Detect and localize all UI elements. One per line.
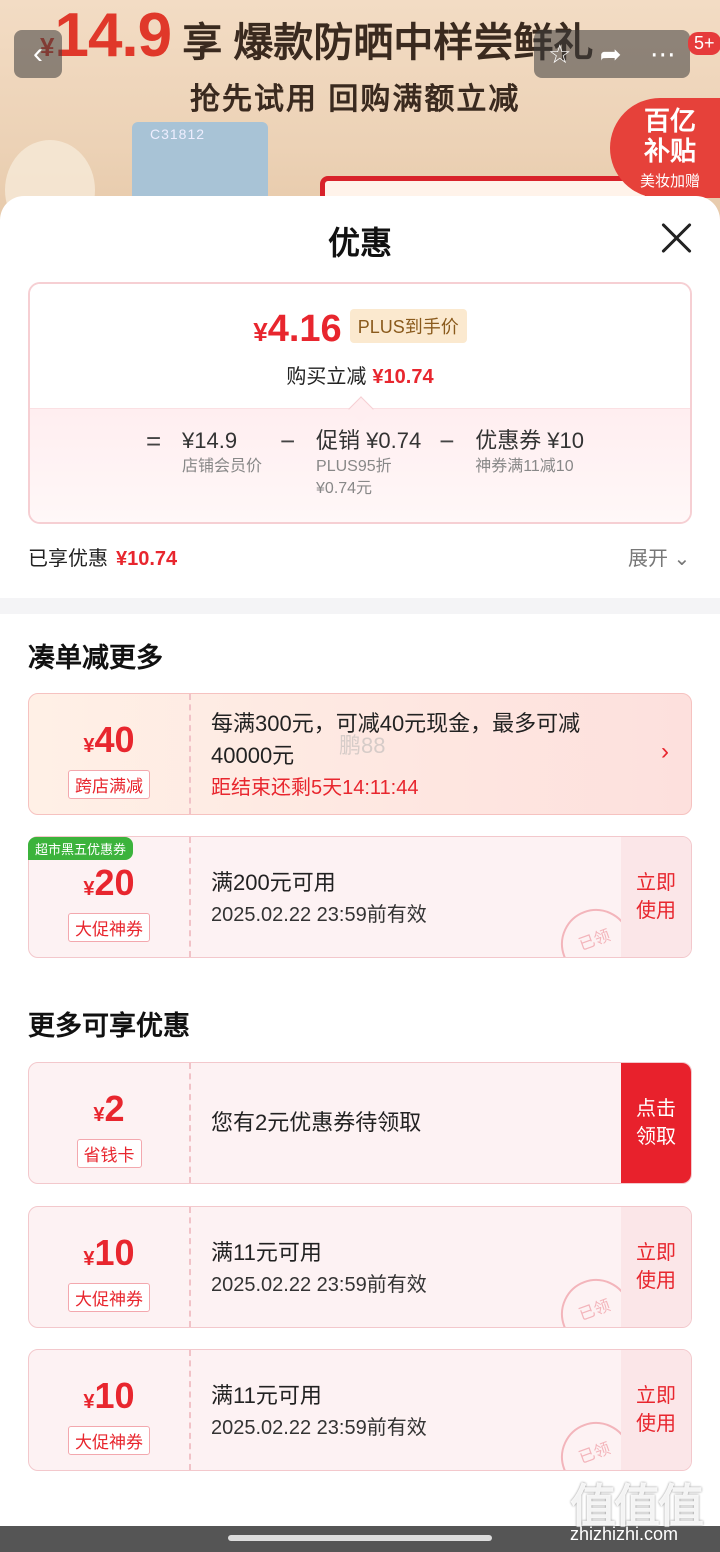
coupon-saver-card: ¥2 省钱卡 您有2元优惠券待领取 点击 领取 [28,1062,692,1184]
coupon-expiry: 2025.02.22 23:59前有效 [211,1417,427,1439]
final-price-row: ¥4.16 PLUS到手价 [30,308,690,351]
use-now-button[interactable]: 立即 使用 [621,1350,691,1470]
coupon-condition: 满11元可用 [211,1240,322,1265]
promo-description: 每满300元，可减40元现金，最多可减40000元 [211,711,581,768]
back-button[interactable]: ‹ [14,30,62,78]
breakdown-promotion: 促销 ¥0.74 PLUS95折 ¥0.74元 [316,428,422,497]
coupon-amount: ¥2 [93,1088,125,1129]
product-code: C31812 [150,126,206,142]
price-breakdown: = ¥14.9 店铺会员价 − 促销 ¥0.74 PLUS95折 ¥0.74元 … [146,426,602,500]
coupon-tag: 大促神券 [68,1283,150,1312]
more-icon[interactable]: ⋯ [650,39,676,70]
coupon-expiry: 2025.02.22 23:59前有效 [211,904,427,926]
breakdown-member-price: ¥14.9 店铺会员价 [182,428,263,475]
section-title-more-orders: 凑单减更多 [28,643,163,673]
price-card: ¥4.16 PLUS到手价 购买立减 ¥10.74 = ¥14.9 店铺会员价 −… [28,282,692,524]
promo-amount: ¥40 [83,719,135,760]
share-icon[interactable]: ➦ [600,39,622,70]
coupon-amount: ¥10 [83,1232,135,1273]
claim-button[interactable]: 点击 领取 [621,1063,691,1183]
banner-subline: 抢先试用 回购满额立减 [190,83,521,116]
coupon-big-promo-1: ¥10 大促神券 满11元可用 2025.02.22 23:59前有效 已领 立… [28,1206,692,1328]
promo-countdown: 距结束还剩5天14:11:44 [211,777,419,799]
subsidy-badge: 百亿 补贴 美妆加赠 [610,98,720,198]
section-title-more-benefits: 更多可享优惠 [28,1011,190,1041]
discount-sheet: 优惠 ¥4.16 PLUS到手价 购买立减 ¥10.74 = ¥14.9 店铺会员… [0,196,720,1526]
cross-store-promo[interactable]: ¥40 跨店满减 每满300元，可减40元现金，最多可减40000元 距结束还剩… [28,693,692,815]
message-count-badge: 5+ [688,32,720,55]
expand-toggle[interactable]: 展开 ⌄ [628,542,690,571]
coupon-tag: 大促神券 [68,1426,150,1455]
coupon-expiry: 2025.02.22 23:59前有效 [211,1274,427,1296]
coupon-big-promo-2: ¥10 大促神券 满11元可用 2025.02.22 23:59前有效 已领 立… [28,1349,692,1471]
promo-tag: 跨店满减 [68,770,150,799]
use-now-button[interactable]: 立即 使用 [621,1207,691,1327]
plus-price-tag: PLUS到手价 [349,309,467,343]
coupon-condition: 满11元可用 [211,1383,322,1408]
watermark: 鹏88 [339,733,386,758]
instant-discount: 购买立减 ¥10.74 [286,366,434,388]
coupon-condition: 您有2元优惠券待领取 [211,1110,422,1135]
section-divider [0,598,720,614]
coupon-amount: ¥20 [83,862,135,903]
home-indicator[interactable] [228,1535,492,1541]
site-watermark-url: zhizhizhi.com [570,1524,679,1544]
coupon-amount: ¥10 [83,1375,135,1416]
star-icon[interactable]: ☆ [548,39,571,70]
chevron-left-icon: ‹ [33,37,43,70]
coupon-tag: 省钱卡 [76,1139,142,1168]
banner-headline: ¥14.9 享 爆款防晒中样尝鲜礼 [40,1,594,70]
chevron-right-icon: › [661,738,669,765]
sheet-title: 优惠 [327,225,392,261]
close-icon[interactable] [656,218,696,258]
coupon-condition: 满200元可用 [211,870,336,895]
coupon-tag: 大促神券 [68,913,150,942]
nav-actions: ☆ ➦ ⋯ [534,30,690,78]
use-now-button[interactable]: 立即 使用 [621,837,691,957]
enjoyed-discount: 已享优惠 ¥10.74 [28,548,178,570]
final-price: ¥4.16 [253,308,342,350]
coupon-ribbon: 超市黑五优惠券 [28,837,134,860]
breakdown-coupon: 优惠券 ¥10 神券满11减10 [475,428,585,475]
